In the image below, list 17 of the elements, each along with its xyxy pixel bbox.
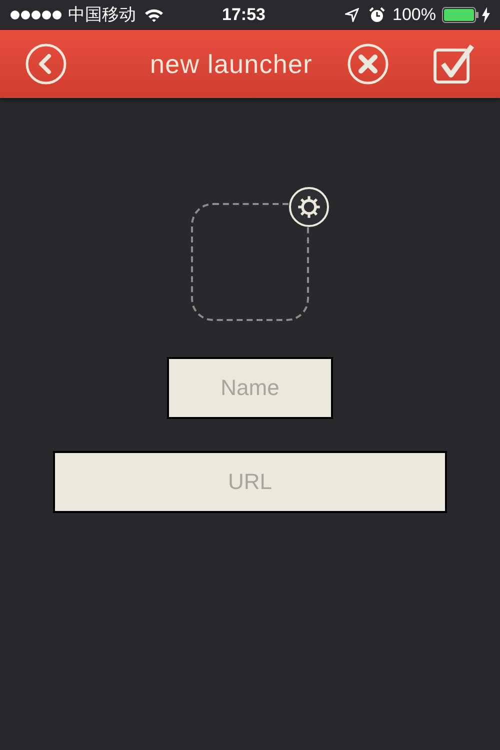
back-button[interactable] <box>25 43 67 85</box>
settings-icon <box>296 194 322 220</box>
wifi-icon <box>144 8 164 22</box>
location-icon <box>344 8 359 22</box>
settings-button[interactable] <box>289 187 329 227</box>
header-title: new launcher <box>150 48 312 80</box>
battery-percent: 100% <box>392 4 436 26</box>
confirm-button[interactable] <box>433 44 475 84</box>
charging-icon <box>482 7 490 23</box>
name-field[interactable]: Name <box>167 357 333 419</box>
alarm-icon <box>368 7 385 23</box>
signal-icon <box>10 10 62 20</box>
battery-icon <box>442 7 480 23</box>
time-label: 17:53 <box>222 4 266 26</box>
url-field[interactable]: URL <box>53 451 447 513</box>
close-button[interactable] <box>347 43 389 85</box>
carrier-label: 中国移动 <box>68 4 136 26</box>
